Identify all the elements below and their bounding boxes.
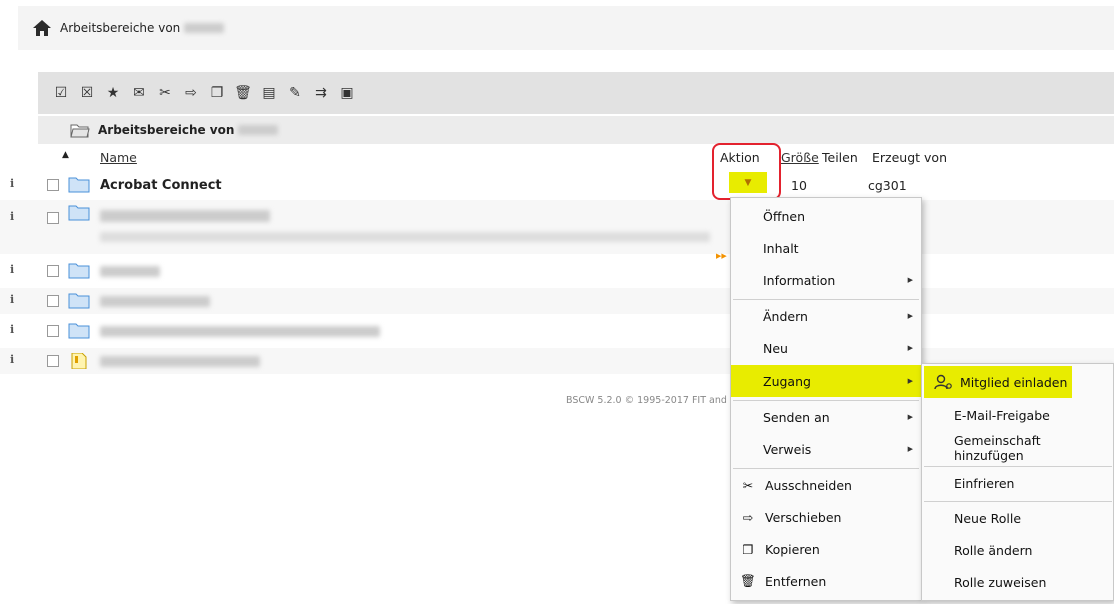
- menu-item-gemeinschaft[interactable]: Gemeinschaft hinzufügen: [922, 432, 1113, 464]
- menu-item-neue-rolle[interactable]: Neue Rolle: [922, 502, 1113, 534]
- table-row: i: [0, 288, 1114, 314]
- workspace-header: Arbeitsbereiche von: [18, 6, 1114, 50]
- menu-item-information[interactable]: Information ▶: [731, 264, 921, 296]
- menu-item-oeffnen[interactable]: Öffnen: [731, 200, 921, 232]
- move-icon: ⇨: [742, 509, 754, 525]
- cut-icon[interactable]: ✂: [156, 84, 174, 102]
- row-checkbox[interactable]: [47, 295, 59, 307]
- info-icon[interactable]: i: [10, 210, 14, 223]
- action-menu: Öffnen Inhalt Information ▶ Ändern ▶ Neu ▶ …: [730, 197, 922, 601]
- blurred-username: [184, 23, 225, 33]
- row-checkbox[interactable]: [47, 265, 59, 277]
- zip-icon[interactable]: ▤: [260, 84, 278, 102]
- info-icon[interactable]: i: [10, 177, 14, 190]
- uncheck-all-icon[interactable]: ☒: [78, 84, 96, 102]
- folder-breadcrumb: Arbeitsbereiche von: [38, 116, 1114, 144]
- row-checkbox[interactable]: [47, 212, 59, 224]
- copy-icon: ❐: [742, 541, 754, 557]
- table-row: i: [0, 318, 1114, 344]
- merge-icon[interactable]: ⇉: [312, 84, 330, 102]
- menu-item-entfernen[interactable]: 🗑 Entfernen: [731, 565, 921, 597]
- submenu-arrow-icon: ▶: [907, 413, 913, 421]
- menu-item-verschieben[interactable]: ⇨ Verschieben: [731, 501, 921, 533]
- row-checkbox[interactable]: [47, 325, 59, 337]
- blurred-description: [100, 232, 710, 242]
- blurred-name: [100, 326, 380, 337]
- breadcrumb-label: Arbeitsbereiche von: [98, 123, 235, 137]
- column-erzeugt: Erzeugt von: [872, 150, 947, 165]
- folder-icon[interactable]: [68, 323, 90, 339]
- archive-icon[interactable]: ▣: [338, 84, 356, 102]
- submenu-arrow-icon: ▶: [907, 312, 913, 320]
- trash-icon[interactable]: 🗑: [234, 84, 252, 102]
- folder-icon[interactable]: [68, 205, 90, 221]
- tag-icon[interactable]: ✎: [286, 84, 304, 102]
- add-member-icon: [932, 373, 954, 391]
- folder-icon[interactable]: [68, 293, 90, 309]
- menu-item-kopieren[interactable]: ❐ Kopieren: [731, 533, 921, 565]
- blurred-name: [100, 296, 210, 307]
- row-checkbox[interactable]: [47, 355, 59, 367]
- row-checkbox[interactable]: [47, 179, 59, 191]
- folder-icon[interactable]: [68, 263, 90, 279]
- blurred-name: [100, 210, 270, 222]
- info-icon[interactable]: i: [10, 323, 14, 336]
- move-icon[interactable]: ⇨: [182, 84, 200, 102]
- cut-icon: ✂: [742, 477, 754, 493]
- open-folder-icon: [70, 124, 90, 137]
- row-name[interactable]: Acrobat Connect: [100, 178, 222, 193]
- zugang-submenu: Mitglied einladen E-Mail-Freigabe Gemein…: [921, 363, 1114, 601]
- menu-item-neu[interactable]: Neu ▶: [731, 332, 921, 364]
- bookmark-icon[interactable]: ★: [104, 84, 122, 102]
- action-dropdown-button[interactable]: ▼: [729, 172, 767, 193]
- footer-copyright: BSCW 5.2.0 © 1995-2017 FIT and O: [566, 395, 738, 406]
- submenu-arrow-icon: ▶: [907, 377, 913, 385]
- blurred-name: [100, 266, 160, 277]
- menu-item-rolle-zuweisen[interactable]: Rolle zuweisen: [922, 566, 1113, 598]
- mail-icon[interactable]: ✉: [130, 84, 148, 102]
- chevron-down-icon: ▼: [744, 177, 752, 188]
- blurred-name: [100, 356, 260, 367]
- menu-item-mitglied-einladen[interactable]: Mitglied einladen: [924, 366, 1072, 398]
- info-icon[interactable]: i: [10, 293, 14, 306]
- sort-ascending-icon[interactable]: ▲: [62, 150, 69, 160]
- table-row: i: [0, 258, 1114, 284]
- menu-item-senden[interactable]: Senden an ▶: [731, 401, 921, 433]
- menu-item-einfrieren[interactable]: Einfrieren: [922, 467, 1113, 499]
- table-row: i Acrobat Connect 10 cg301: [0, 172, 1114, 198]
- menu-item-ausschneiden[interactable]: ✂ Ausschneiden: [731, 469, 921, 501]
- info-icon[interactable]: i: [10, 353, 14, 366]
- document-icon[interactable]: [68, 353, 90, 369]
- info-icon[interactable]: i: [10, 263, 14, 276]
- check-all-icon[interactable]: ☑: [52, 84, 70, 102]
- submenu-arrow-icon: ▶: [907, 344, 913, 352]
- menu-item-verweis[interactable]: Verweis ▶: [731, 433, 921, 465]
- row-creator: cg301: [868, 178, 907, 193]
- home-icon[interactable]: [32, 19, 52, 37]
- action-toolbar: ☑ ☒ ★ ✉ ✂ ⇨ ❐ 🗑 ▤ ✎ ⇉ ▣: [38, 72, 1114, 114]
- blurred-username: [238, 125, 279, 135]
- trash-icon: 🗑: [740, 573, 756, 588]
- row-size: 10: [791, 178, 807, 193]
- submenu-arrow-icon: ▶: [907, 445, 913, 453]
- menu-item-aendern[interactable]: Ändern ▶: [731, 300, 921, 332]
- folder-icon[interactable]: [68, 177, 90, 193]
- menu-item-inhalt[interactable]: Inhalt: [731, 232, 921, 264]
- menu-item-zugang[interactable]: Zugang ▶: [731, 365, 921, 397]
- column-teilen: Teilen: [822, 150, 858, 165]
- menu-item-email-freigabe[interactable]: E-Mail-Freigabe: [922, 399, 1113, 431]
- table-row: i: [0, 200, 1114, 254]
- column-name[interactable]: Name: [100, 150, 137, 165]
- copy-icon[interactable]: ❐: [208, 84, 226, 102]
- submenu-arrow-icon: ▶: [907, 276, 913, 284]
- column-header-row: ▲ Name Aktion Größe Teilen Erzeugt von: [38, 146, 1114, 170]
- column-groesse[interactable]: Größe: [781, 150, 819, 165]
- menu-item-rolle-aendern[interactable]: Rolle ändern: [922, 534, 1113, 566]
- workspace-title[interactable]: Arbeitsbereiche von: [60, 21, 180, 35]
